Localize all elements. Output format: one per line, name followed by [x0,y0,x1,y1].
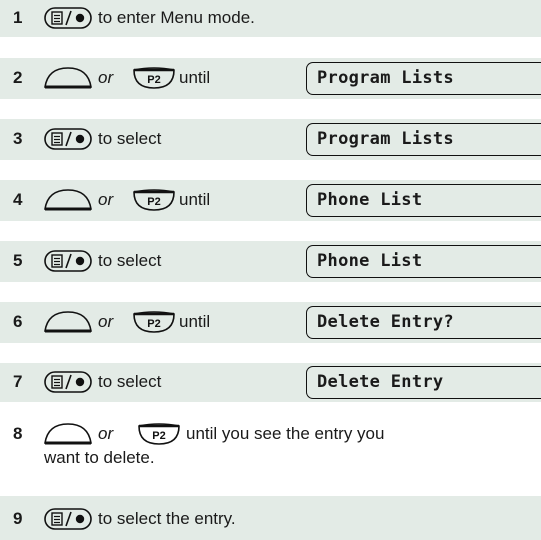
step-3-row: 3 to select Program Lists [0,119,541,160]
step-4-display-text: Phone List [317,190,423,210]
p2-key-icon: P2 [133,189,175,211]
step-5-number: 5 [13,251,23,270]
step-2-display-text: Program Lists [317,68,454,88]
menu-select-key-icon [44,371,92,393]
step-8-number: 8 [13,424,23,443]
step-8-or: or [98,424,114,443]
step-1-number: 1 [13,8,23,27]
p2-key-label: P2 [147,74,160,86]
p2-key-icon: P2 [133,67,175,89]
step-4-row: 4 or P2 until Phone List [0,180,541,221]
step-9-text: to select the entry. [98,509,236,528]
scroll-up-key-icon [44,67,92,89]
step-6-or: or [98,312,114,331]
step-3-text: to select [98,129,162,148]
p2-key-icon: P2 [133,311,175,333]
step-7-text: to select [98,372,162,391]
scroll-up-key-icon [44,423,92,445]
scroll-up-key-icon [44,311,92,333]
step-8-text: until you see the entry you [186,424,385,443]
p2-key-label: P2 [147,318,160,330]
step-9-number: 9 [13,509,23,528]
step-2-display: Program Lists [306,62,541,95]
p2-key-icon: P2 [138,423,180,445]
menu-select-key-icon [44,508,92,530]
step-4-number: 4 [13,190,23,209]
step-6-row: 6 or P2 until Delete Entry? [0,302,541,343]
p2-key-label: P2 [152,430,165,442]
scroll-up-key-icon [44,189,92,211]
step-3-display-text: Program Lists [317,129,454,149]
step-8-text-continued: want to delete. [44,448,155,467]
step-7-display-text: Delete Entry [317,372,444,392]
step-2-text: until [179,68,211,87]
step-7-row: 7 to select Delete Entry [0,363,541,402]
step-7-display: Delete Entry [306,366,541,399]
step-6-display: Delete Entry? [306,306,541,339]
step-5-row: 5 to select Phone List [0,241,541,282]
step-5-text: to select [98,251,162,270]
step-5-display-text: Phone List [317,251,423,271]
step-2-row: 2 or P2 until Program Lists [0,58,541,99]
menu-select-key-icon [44,250,92,272]
step-3-display: Program Lists [306,123,541,156]
step-6-number: 6 [13,312,23,331]
p2-key-label: P2 [147,196,160,208]
step-3-number: 3 [13,129,23,148]
step-1-text: to enter Menu mode. [98,8,255,27]
step-9-row: 9 to select the entry. [0,496,541,540]
menu-select-key-icon [44,7,92,29]
step-5-display: Phone List [306,245,541,278]
step-6-display-text: Delete Entry? [317,312,454,332]
step-6-text: until [179,312,211,331]
menu-select-key-icon [44,128,92,150]
step-7-number: 7 [13,372,23,391]
step-2-or: or [98,68,114,87]
step-4-or: or [98,190,114,209]
step-2-number: 2 [13,68,23,87]
step-4-text: until [179,190,211,209]
step-1-row: 1 to enter Menu mode. [0,0,541,37]
step-4-display: Phone List [306,184,541,217]
step-8-row: 8 or P2 until you see the entry you want… [0,412,541,475]
